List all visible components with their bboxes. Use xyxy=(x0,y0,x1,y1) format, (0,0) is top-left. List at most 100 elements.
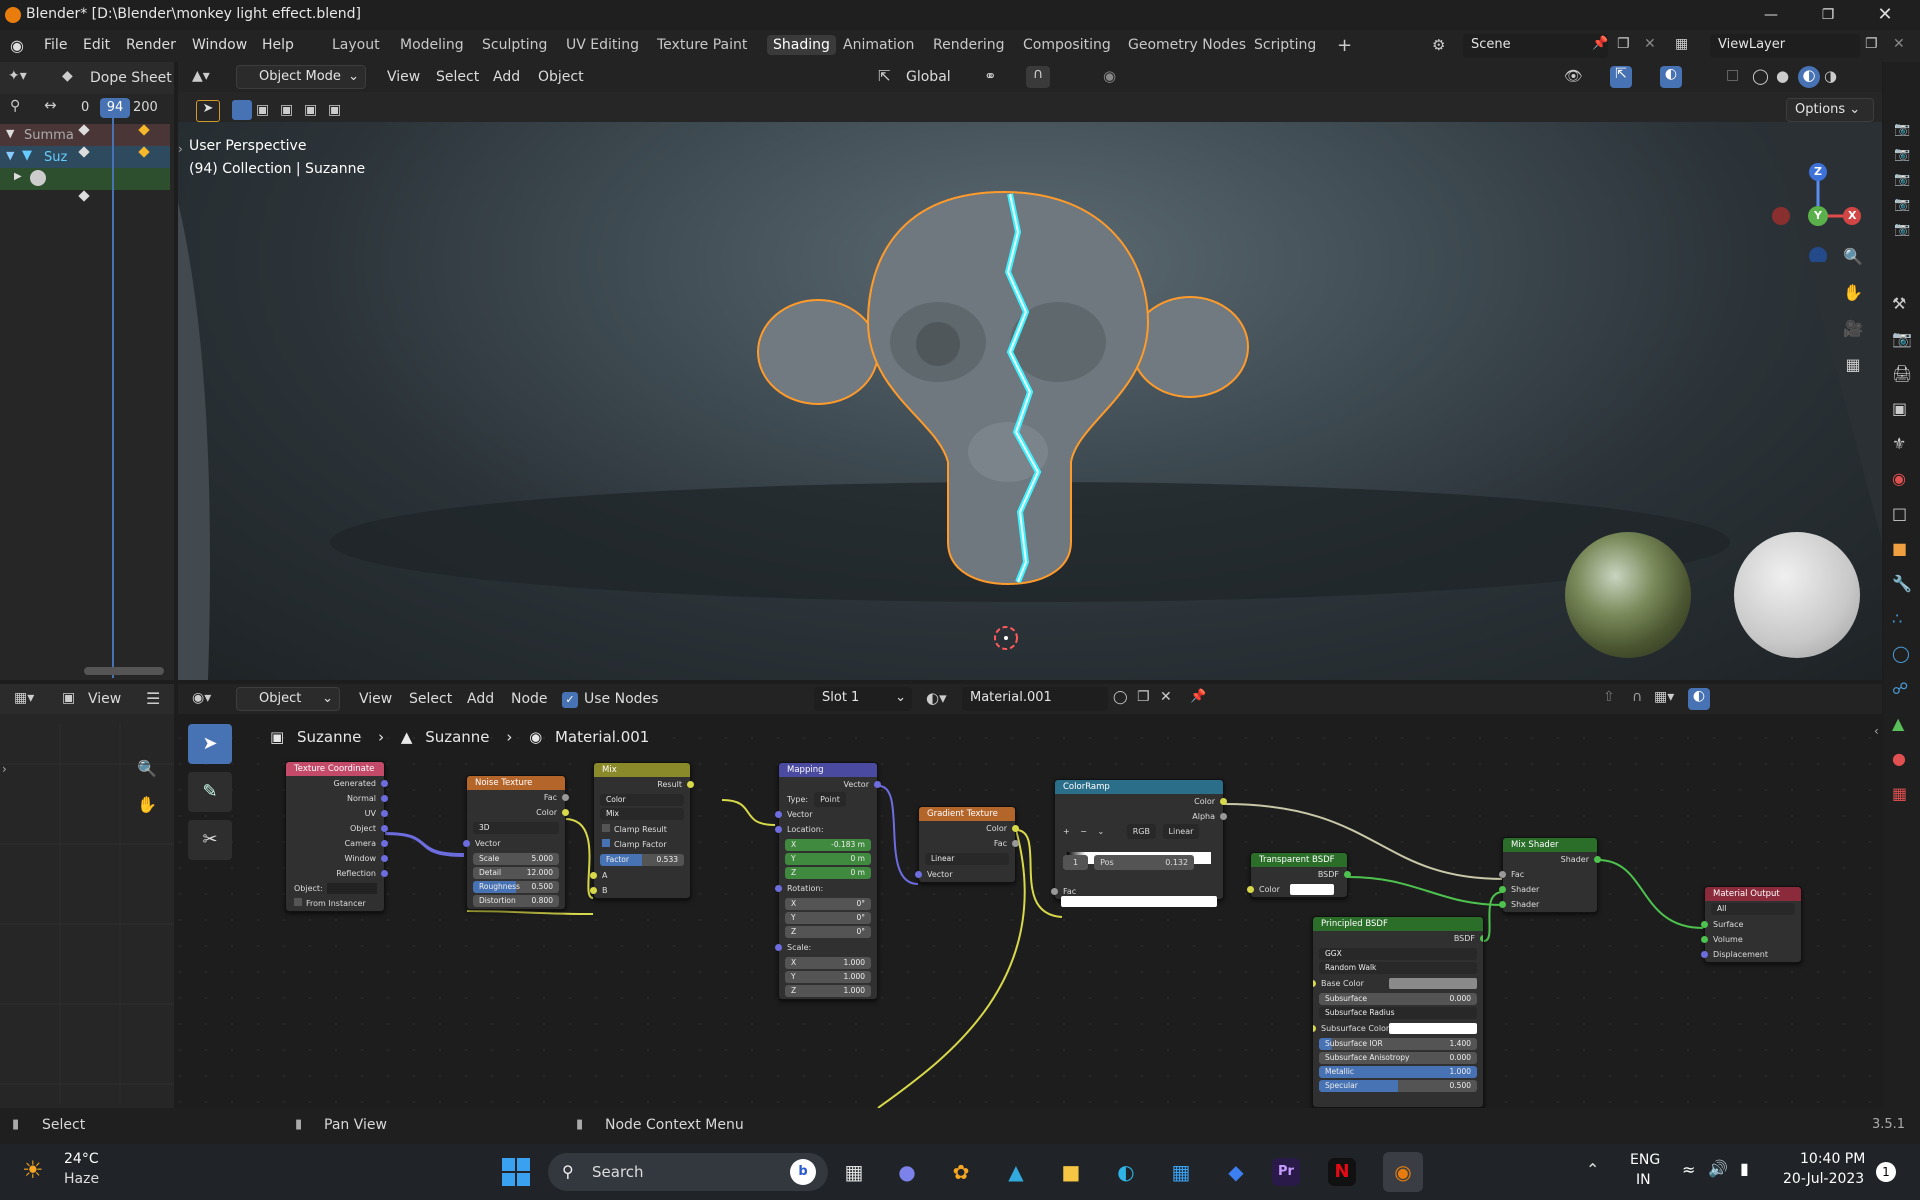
ramp-menu-icon[interactable]: ⌄ xyxy=(1098,827,1105,836)
zoom-icon[interactable]: 🔍 xyxy=(1842,246,1864,268)
app-icon[interactable]: ▲ xyxy=(996,1152,1036,1192)
edge-icon[interactable]: ◐ xyxy=(1106,1152,1146,1192)
menu-window[interactable]: Window xyxy=(192,37,247,53)
stop-index-field[interactable]: 1 xyxy=(1063,855,1089,870)
proportional-edit-icon[interactable]: ◉ xyxy=(1103,67,1116,85)
options-dropdown[interactable]: Options ⌄ xyxy=(1786,98,1874,122)
range-icon[interactable]: ↔ xyxy=(44,96,57,114)
subsurface-method-dropdown[interactable]: Random Walk xyxy=(1319,962,1477,974)
dope-sheet-label[interactable]: Dope Sheet xyxy=(90,70,172,86)
workspace-tab-animation[interactable]: Animation xyxy=(843,37,914,53)
camera-icon[interactable]: 📷 xyxy=(1894,222,1910,237)
select-mode-extend-icon[interactable]: ▣ xyxy=(256,102,269,118)
menu-edit[interactable]: Edit xyxy=(83,37,110,53)
transform-orientation-icon[interactable]: ⇱ xyxy=(878,67,891,85)
base-color-input[interactable]: Base Color xyxy=(1313,976,1483,991)
task-view-icon[interactable]: ▦ xyxy=(834,1152,874,1192)
data-type-dropdown[interactable]: Color xyxy=(600,794,684,806)
rendered-shading-icon[interactable]: ◑ xyxy=(1824,67,1837,85)
view-layer-icon[interactable]: ▦ xyxy=(1675,36,1688,52)
scene-selector-icon[interactable]: ⚙ xyxy=(1432,36,1445,54)
rotation-z-field[interactable]: Z 0° xyxy=(785,926,871,938)
dope-sheet-mode-icon[interactable]: ◆ xyxy=(62,68,73,84)
noise-texture-node[interactable]: Noise Texture Fac Color 3D Vector Scale 5… xyxy=(463,775,569,910)
material-preview-icon[interactable]: ◐ xyxy=(1798,66,1820,88)
netflix-icon[interactable]: N xyxy=(1328,1158,1356,1186)
shader-node-editor[interactable]: ◉▾ Object ⌄ View Select Add Node ✓ Use No… xyxy=(178,684,1882,1108)
input-socket[interactable]: A xyxy=(590,868,690,883)
subsurface-radius-dropdown[interactable]: Subsurface Radius xyxy=(1319,1007,1477,1019)
workspace-tab-rendering[interactable]: Rendering xyxy=(933,37,1005,53)
principled-bsdf-node[interactable]: Principled BSDF BSDF GGX Random Walk Bas… xyxy=(1312,916,1484,1108)
expand-icon[interactable]: ▼ xyxy=(6,149,14,162)
keyframe-white[interactable] xyxy=(78,190,90,202)
search-icon[interactable]: ⚲ xyxy=(10,98,20,114)
data-icon[interactable]: ▲ xyxy=(1892,714,1904,733)
camera-icon[interactable]: 📷 xyxy=(1894,147,1910,162)
input-socket[interactable]: Vector xyxy=(915,867,1015,882)
expand-icon[interactable]: ▼ xyxy=(6,127,14,140)
menu-view[interactable]: View xyxy=(387,69,420,85)
material-icon[interactable]: ● xyxy=(1892,749,1906,768)
color-input[interactable]: Color xyxy=(1247,882,1347,897)
volume-icon[interactable]: 🔊 xyxy=(1708,1159,1728,1178)
scene-icon[interactable]: ⚜ xyxy=(1892,434,1906,453)
clock-time[interactable]: 10:40 PM xyxy=(1800,1151,1865,1167)
clock-date[interactable]: 20-Jul-2023 xyxy=(1783,1171,1864,1187)
color-mode-dropdown[interactable]: RGB xyxy=(1126,824,1156,839)
pivot-icon[interactable]: ⚭ xyxy=(984,67,997,85)
input-socket[interactable]: Shader xyxy=(1499,882,1597,897)
location-x-field[interactable]: X -0.183 m xyxy=(785,839,871,851)
output-socket[interactable]: Alpha xyxy=(1055,809,1227,824)
minimize-button[interactable]: — xyxy=(1743,0,1799,30)
weather-condition[interactable]: Haze xyxy=(64,1171,99,1187)
texture-coordinate-node[interactable]: Texture Coordinate Generated Normal UV O… xyxy=(285,761,388,912)
photos-icon[interactable]: ✿ xyxy=(941,1152,981,1192)
visibility-icon[interactable]: 👁 xyxy=(1564,67,1583,85)
taskbar-search[interactable]: ⚲ Search b xyxy=(548,1153,828,1191)
file-explorer-icon[interactable]: ■ xyxy=(1051,1152,1091,1192)
image-icon[interactable]: ▣ xyxy=(62,690,75,706)
playhead[interactable] xyxy=(112,118,114,678)
location-z-field[interactable]: Z0 m xyxy=(785,867,871,879)
output-socket[interactable]: Fac xyxy=(467,790,569,805)
perspective-toggle-icon[interactable]: ▦ xyxy=(1842,354,1864,376)
select-mode-new-icon[interactable] xyxy=(232,100,252,120)
texture-icon[interactable]: ▦ xyxy=(1892,784,1907,803)
select-mode-subtract-icon[interactable]: ▣ xyxy=(280,102,293,118)
factor-field[interactable]: Factor 0.533 xyxy=(600,854,684,866)
detail-field[interactable]: Detail 12.000 xyxy=(473,867,559,879)
wifi-icon[interactable]: ≈ xyxy=(1682,1160,1695,1179)
workspace-tab-shading[interactable]: Shading xyxy=(767,35,836,55)
menu-render[interactable]: Render xyxy=(126,37,176,53)
gradient-texture-node[interactable]: Gradient Texture Color Fac Linear Vector xyxy=(915,806,1019,883)
distortion-field[interactable]: Distortion 0.800 xyxy=(473,895,559,907)
editor-type-icon[interactable]: ✦▾ xyxy=(8,68,27,84)
modifier-icon[interactable]: 🔧 xyxy=(1892,574,1912,593)
scale-y-field[interactable]: Y 1.000 xyxy=(785,971,871,983)
camera-icon[interactable]: 📷 xyxy=(1894,172,1910,187)
output-socket[interactable]: BSDF xyxy=(1251,867,1351,882)
workspace-tab-geometry-nodes[interactable]: Geometry Nodes xyxy=(1128,37,1246,53)
menu-object[interactable]: Object xyxy=(538,69,584,85)
hamburger-icon[interactable]: ☰ xyxy=(146,689,160,708)
blend-mode-dropdown[interactable]: Mix xyxy=(600,808,684,820)
add-workspace-icon[interactable]: + xyxy=(1337,35,1352,56)
location-y-field[interactable]: Y0 m xyxy=(785,853,871,865)
subsurface-anisotropy-field[interactable]: Subsurface Anisotropy 0.000 xyxy=(1319,1052,1477,1064)
physics-icon[interactable]: ◯ xyxy=(1892,644,1910,663)
overlay-toggle-icon[interactable]: ◐ xyxy=(1660,66,1682,88)
colorramp-node[interactable]: ColorRamp Color Alpha + − ⌄ RGB Linear 1… xyxy=(1051,779,1227,907)
object-icon[interactable]: ■ xyxy=(1892,539,1907,558)
expand-icon[interactable]: ▶ xyxy=(14,171,22,182)
add-stop-icon[interactable]: + xyxy=(1063,827,1070,836)
mix-shader-node[interactable]: Mix Shader Shader Fac Shader Shader xyxy=(1499,837,1601,913)
new-scene-icon[interactable]: ❐ xyxy=(1617,36,1630,52)
select-mode-invert-icon[interactable]: ▣ xyxy=(304,102,317,118)
roughness-field[interactable]: Roughness 0.500 xyxy=(473,881,559,893)
start-icon[interactable] xyxy=(500,1156,532,1188)
workspace-tab-texture-paint[interactable]: Texture Paint xyxy=(657,37,747,53)
scale-x-field[interactable]: X 1.000 xyxy=(785,957,871,969)
input-socket[interactable]: Fac xyxy=(1051,884,1223,899)
menu-help[interactable]: Help xyxy=(262,37,294,53)
